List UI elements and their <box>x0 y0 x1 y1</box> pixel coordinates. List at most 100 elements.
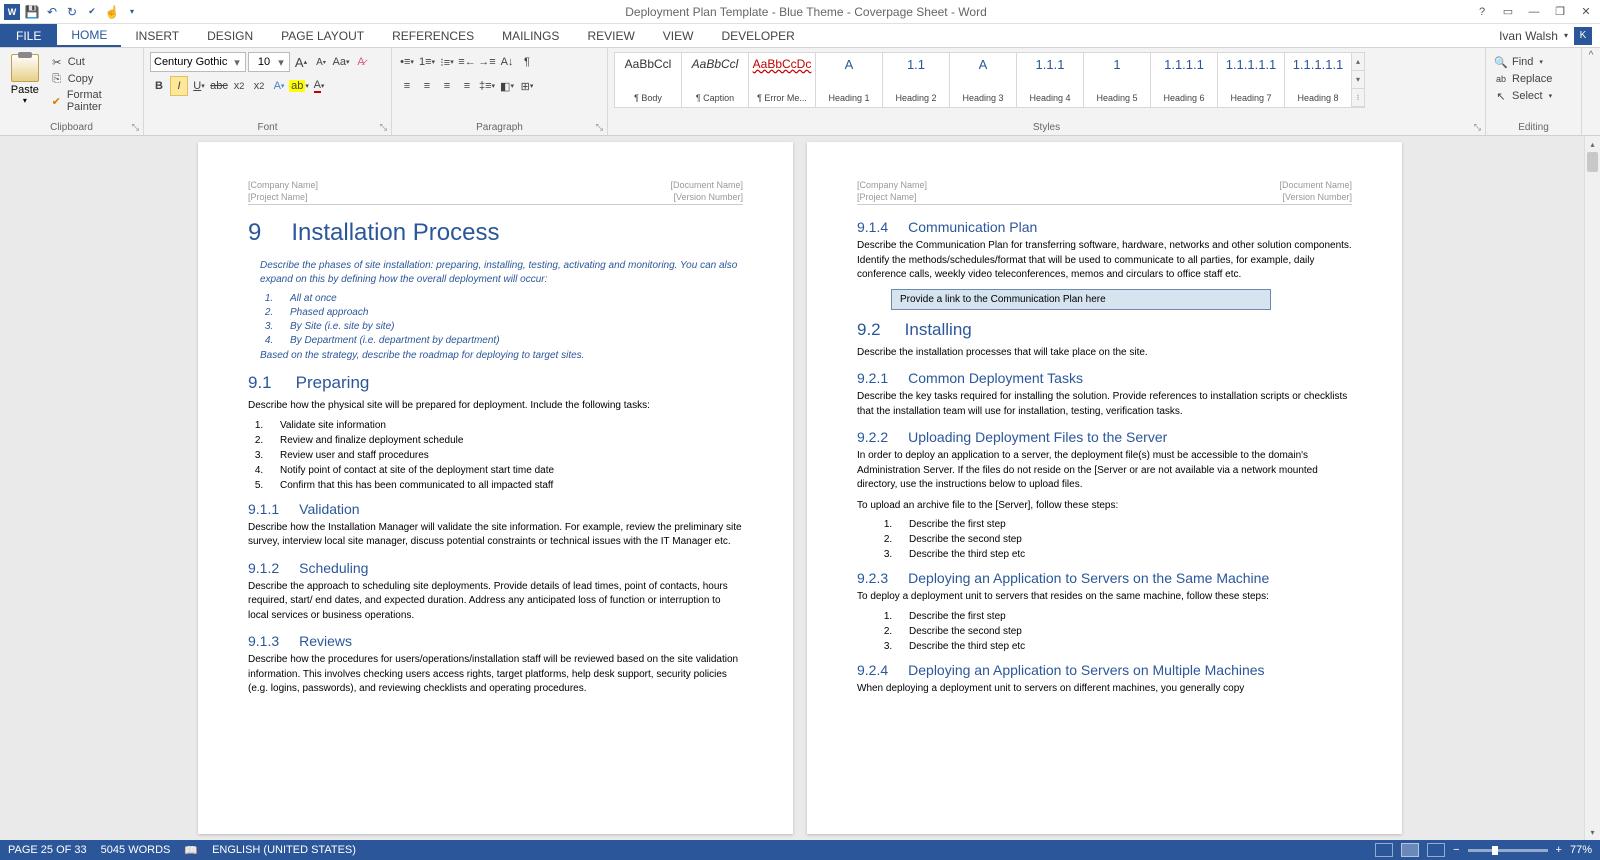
styles-expand-icon[interactable]: ⁝ <box>1352 89 1364 107</box>
clear-formatting-button[interactable]: A̷ <box>352 52 370 72</box>
style-item[interactable]: 1.1.1Heading 4 <box>1016 52 1084 108</box>
style-item[interactable]: AaBbCcl¶ Caption <box>681 52 749 108</box>
tab-design[interactable]: DESIGN <box>193 24 267 47</box>
read-mode-button[interactable] <box>1375 843 1393 857</box>
tab-references[interactable]: REFERENCES <box>378 24 488 47</box>
grow-font-button[interactable]: A▴ <box>292 52 310 72</box>
copy-button[interactable]: ⎘Copy <box>48 71 137 87</box>
sort-button[interactable]: A↓ <box>498 52 516 72</box>
style-item[interactable]: 1Heading 5 <box>1083 52 1151 108</box>
format-painter-button[interactable]: ✔Format Painter <box>48 88 137 114</box>
paste-button[interactable]: Paste ▾ <box>6 50 44 105</box>
find-button[interactable]: 🔍Find▾ <box>1492 54 1575 70</box>
paragraph-launcher[interactable]: ⤡ <box>596 122 603 133</box>
tab-mailings[interactable]: MAILINGS <box>488 24 573 47</box>
style-item[interactable]: AHeading 1 <box>815 52 883 108</box>
shrink-font-button[interactable]: A▾ <box>312 52 330 72</box>
tab-view[interactable]: VIEW <box>649 24 708 47</box>
zoom-slider[interactable] <box>1468 849 1548 852</box>
tab-review[interactable]: REVIEW <box>573 24 648 47</box>
restore-icon[interactable]: ❐ <box>1550 2 1570 22</box>
undo-icon[interactable]: ↶ <box>44 4 60 20</box>
close-icon[interactable]: ✕ <box>1576 2 1596 22</box>
style-item[interactable]: AaBbCcl¶ Body <box>614 52 682 108</box>
qat-more-icon[interactable]: ▾ <box>124 4 140 20</box>
paste-dropdown-icon[interactable]: ▾ <box>23 96 27 105</box>
ribbon-display-icon[interactable]: ▭ <box>1498 2 1518 22</box>
minimize-icon[interactable]: — <box>1524 2 1544 22</box>
save-icon[interactable]: 💾 <box>24 4 40 20</box>
user-avatar[interactable]: K <box>1574 27 1592 45</box>
style-item[interactable]: AaBbCcDc¶ Error Me... <box>748 52 816 108</box>
multilevel-button[interactable]: ⁝≡▾ <box>438 52 456 72</box>
collapse-ribbon-icon[interactable]: ^ <box>1589 50 1594 61</box>
user-menu-icon[interactable]: ▾ <box>1564 31 1568 40</box>
user-name[interactable]: Ivan Walsh <box>1499 29 1558 43</box>
scroll-up-icon[interactable]: ▴ <box>1585 136 1600 152</box>
select-button[interactable]: ↖Select▾ <box>1492 88 1575 104</box>
word-icon[interactable]: W <box>4 4 20 20</box>
style-item[interactable]: 1.1.1.1.1Heading 7 <box>1217 52 1285 108</box>
zoom-in-button[interactable]: + <box>1556 844 1562 856</box>
tab-page-layout[interactable]: PAGE LAYOUT <box>267 24 378 47</box>
underline-button[interactable]: U▾ <box>190 76 208 96</box>
shading-button[interactable]: ◧▾ <box>498 76 516 96</box>
print-layout-button[interactable] <box>1401 843 1419 857</box>
show-marks-button[interactable]: ¶ <box>518 52 536 72</box>
font-name-combo[interactable]: Century Gothic▾ <box>150 52 246 72</box>
font-size-combo[interactable]: 10▾ <box>248 52 290 72</box>
tab-insert[interactable]: INSERT <box>121 24 193 47</box>
decrease-indent-button[interactable]: ≡← <box>458 52 476 72</box>
help-icon[interactable]: ? <box>1472 2 1492 22</box>
change-case-button[interactable]: Aa▾ <box>332 52 350 72</box>
italic-button[interactable]: I <box>170 76 188 96</box>
styles-scroll[interactable]: ▴▾⁝ <box>1351 52 1365 108</box>
scroll-thumb[interactable] <box>1587 152 1598 172</box>
style-item[interactable]: 1.1.1.1Heading 6 <box>1150 52 1218 108</box>
strikethrough-button[interactable]: abc <box>210 76 228 96</box>
chevron-down-icon[interactable]: ▾ <box>276 56 286 69</box>
file-tab[interactable]: FILE <box>0 24 57 47</box>
highlight-button[interactable]: ab▾ <box>290 76 308 96</box>
bullets-button[interactable]: •≡▾ <box>398 52 416 72</box>
word-count[interactable]: 5045 WORDS <box>101 844 171 856</box>
scroll-down-icon[interactable]: ▾ <box>1585 824 1600 840</box>
tab-developer[interactable]: DEVELOPER <box>707 24 808 47</box>
superscript-button[interactable]: x2 <box>250 76 268 96</box>
page-indicator[interactable]: PAGE 25 OF 33 <box>8 844 87 856</box>
scroll-down-icon[interactable]: ▾ <box>1352 71 1364 89</box>
numbering-button[interactable]: 1≡▾ <box>418 52 436 72</box>
borders-button[interactable]: ⊞▾ <box>518 76 536 96</box>
style-item[interactable]: 1.1.1.1.1Heading 8 <box>1284 52 1352 108</box>
page-right[interactable]: [Company Name][Project Name] [Document N… <box>807 142 1402 834</box>
align-center-button[interactable]: ≡ <box>418 76 436 96</box>
line-spacing-button[interactable]: ‡≡▾ <box>478 76 496 96</box>
cut-button[interactable]: ✂Cut <box>48 54 137 70</box>
style-item[interactable]: AHeading 3 <box>949 52 1017 108</box>
font-launcher[interactable]: ⤡ <box>380 122 387 133</box>
language-indicator[interactable]: ENGLISH (UNITED STATES) <box>212 844 356 856</box>
redo-icon[interactable]: ↻ <box>64 4 80 20</box>
scroll-up-icon[interactable]: ▴ <box>1352 53 1364 71</box>
increase-indent-button[interactable]: →≡ <box>478 52 496 72</box>
vertical-scrollbar[interactable]: ▴ ▾ <box>1584 136 1600 840</box>
zoom-handle[interactable] <box>1492 846 1498 855</box>
zoom-out-button[interactable]: − <box>1453 844 1459 856</box>
font-color-button[interactable]: A▾ <box>310 76 328 96</box>
touch-icon[interactable]: ☝ <box>104 4 120 20</box>
page-left[interactable]: [Company Name][Project Name] [Document N… <box>198 142 793 834</box>
replace-button[interactable]: abReplace <box>1492 71 1575 87</box>
style-item[interactable]: 1.1Heading 2 <box>882 52 950 108</box>
bold-button[interactable]: B <box>150 76 168 96</box>
align-right-button[interactable]: ≡ <box>438 76 456 96</box>
justify-button[interactable]: ≡ <box>458 76 476 96</box>
styles-launcher[interactable]: ⤡ <box>1474 122 1481 133</box>
chevron-down-icon[interactable]: ▾ <box>232 56 242 69</box>
text-effects-button[interactable]: A▾ <box>270 76 288 96</box>
proofing-icon[interactable]: 📖 <box>184 844 198 857</box>
clipboard-launcher[interactable]: ⤡ <box>132 122 139 133</box>
align-left-button[interactable]: ≡ <box>398 76 416 96</box>
subscript-button[interactable]: x2 <box>230 76 248 96</box>
web-layout-button[interactable] <box>1427 843 1445 857</box>
spellcheck-icon[interactable]: ✔ <box>84 4 100 20</box>
